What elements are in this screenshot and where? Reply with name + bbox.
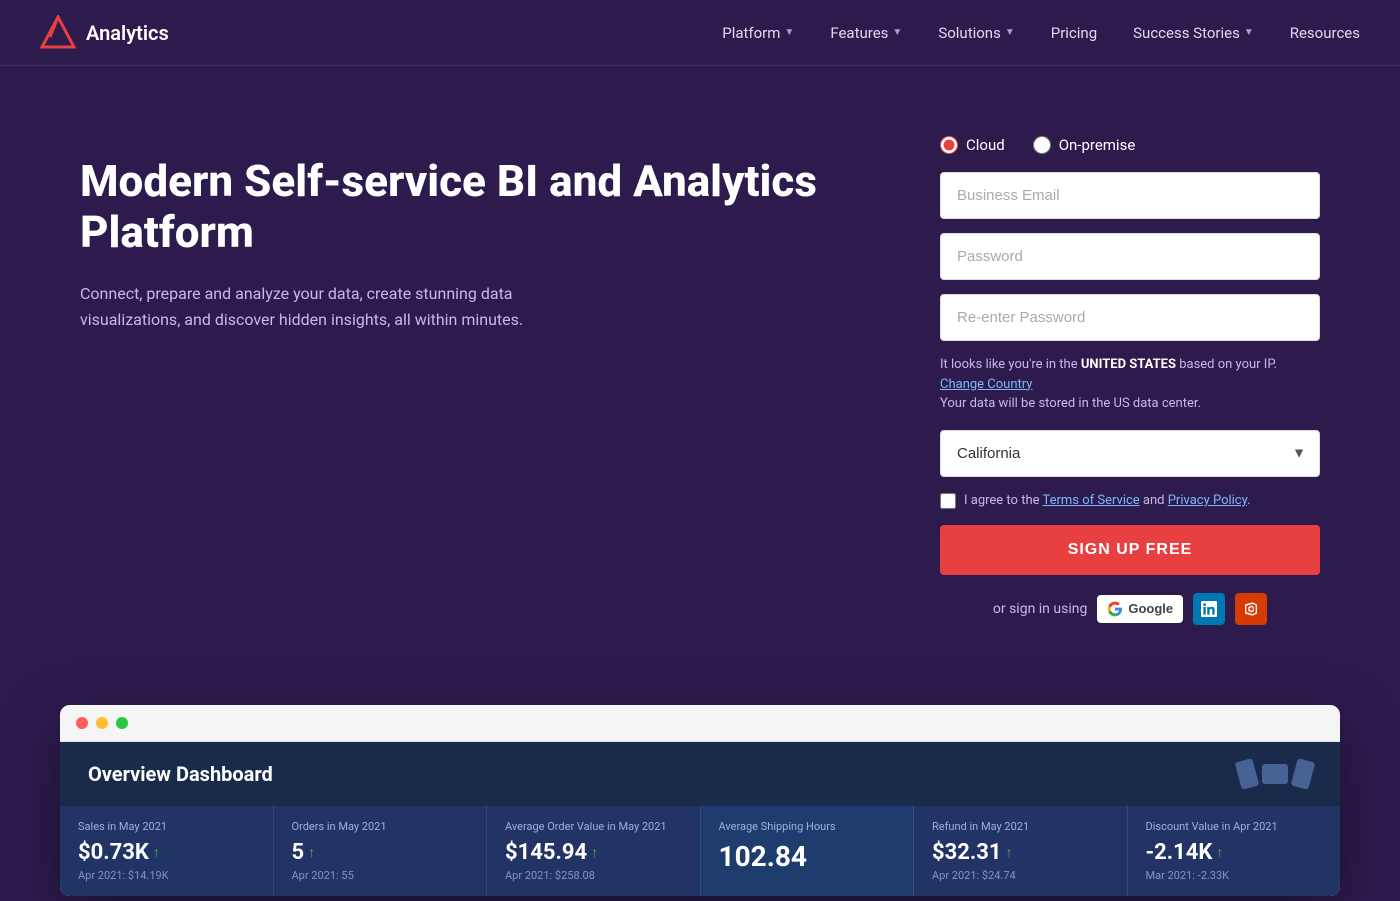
metric-sub-refund: Apr 2021: $24.74 <box>932 869 1109 882</box>
chevron-down-icon: ▼ <box>784 27 794 38</box>
privacy-link[interactable]: Privacy Policy <box>1168 493 1247 508</box>
change-country-link[interactable]: Change Country <box>940 377 1032 392</box>
google-icon <box>1107 601 1123 617</box>
metric-sub-sales: Apr 2021: $14.19K <box>78 869 255 882</box>
metric-card-sales: Sales in May 2021 $0.73K ↑ Apr 2021: $14… <box>60 806 274 896</box>
dashboard-icon-group <box>1238 760 1312 788</box>
password-field[interactable] <box>940 233 1320 280</box>
terms-checkbox[interactable] <box>940 493 956 509</box>
hero-left: Modern Self-service BI and Analytics Pla… <box>80 136 880 625</box>
nav-item-platform[interactable]: Platform ▼ <box>722 24 794 42</box>
onpremise-radio[interactable] <box>1033 136 1051 154</box>
arrow-up-icon: ↑ <box>591 844 598 861</box>
metric-card-orders: Orders in May 2021 5 ↑ Apr 2021: 55 <box>274 806 488 896</box>
linkedin-signin-button[interactable] <box>1193 593 1225 625</box>
window-expand-dot <box>116 717 128 729</box>
metric-label-shipping: Average Shipping Hours <box>719 820 896 834</box>
metric-card-discount: Discount Value in Apr 2021 -2.14K ↑ Mar … <box>1128 806 1341 896</box>
dashboard-title: Overview Dashboard <box>88 762 273 786</box>
hero-heading: Modern Self-service BI and Analytics Pla… <box>80 156 880 257</box>
window-chrome <box>60 705 1340 742</box>
logo-link[interactable]: Analytics <box>40 15 169 51</box>
nav-links: Platform ▼ Features ▼ Solutions ▼ Pricin… <box>722 24 1360 42</box>
signup-form: Cloud On-premise It looks like you're in… <box>940 136 1320 625</box>
metric-sub-avg-order: Apr 2021: $258.08 <box>505 869 682 882</box>
reenter-password-field[interactable] <box>940 294 1320 341</box>
arrow-up-icon: ↑ <box>308 844 315 861</box>
metric-card-shipping: Average Shipping Hours 102.84 <box>701 806 915 896</box>
dashboard-icon-2 <box>1262 764 1288 784</box>
arrow-up-icon: ↑ <box>153 844 160 861</box>
dashboard-icon-3 <box>1291 758 1316 790</box>
deployment-radio-group: Cloud On-premise <box>940 136 1320 154</box>
office-icon <box>1243 601 1259 617</box>
hero-subtext: Connect, prepare and analyze your data, … <box>80 281 560 332</box>
dashboard-preview: Overview Dashboard Sales in May 2021 $0.… <box>60 705 1340 896</box>
metric-card-refund: Refund in May 2021 $32.31 ↑ Apr 2021: $2… <box>914 806 1128 896</box>
logo-text: Analytics <box>86 21 169 45</box>
dashboard-header: Overview Dashboard <box>60 742 1340 806</box>
cloud-radio-option[interactable]: Cloud <box>940 136 1005 154</box>
nav-item-success-stories[interactable]: Success Stories ▼ <box>1133 24 1254 42</box>
hero-section: Modern Self-service BI and Analytics Pla… <box>0 66 1400 685</box>
window-minimize-dot <box>96 717 108 729</box>
metrics-row: Sales in May 2021 $0.73K ↑ Apr 2021: $14… <box>60 806 1340 896</box>
nav-item-resources[interactable]: Resources <box>1290 24 1360 42</box>
nav-item-pricing[interactable]: Pricing <box>1051 24 1097 42</box>
state-select-wrapper: California New York Texas Florida Washin… <box>940 430 1320 477</box>
cloud-radio[interactable] <box>940 136 958 154</box>
google-signin-button[interactable]: Google <box>1097 595 1183 623</box>
terms-link[interactable]: Terms of Service <box>1042 493 1139 508</box>
onpremise-radio-option[interactable]: On-premise <box>1033 136 1136 154</box>
metric-value-discount: -2.14K ↑ <box>1146 840 1323 865</box>
metric-sub-orders: Apr 2021: 55 <box>292 869 469 882</box>
metric-label-discount: Discount Value in Apr 2021 <box>1146 820 1323 834</box>
metric-label-refund: Refund in May 2021 <box>932 820 1109 834</box>
social-signin-row: or sign in using Google <box>940 593 1320 625</box>
hero-right: Cloud On-premise It looks like you're in… <box>940 136 1320 625</box>
metric-value-sales: $0.73K ↑ <box>78 840 255 865</box>
metric-value-avg-order: $145.94 ↑ <box>505 840 682 865</box>
metric-label-orders: Orders in May 2021 <box>292 820 469 834</box>
office-signin-button[interactable] <box>1235 593 1267 625</box>
nav-item-features[interactable]: Features ▼ <box>830 24 902 42</box>
linkedin-icon <box>1201 601 1217 617</box>
nav-item-solutions[interactable]: Solutions ▼ <box>938 24 1014 42</box>
chevron-down-icon: ▼ <box>892 27 902 38</box>
dashboard-icon-1 <box>1235 758 1260 790</box>
metric-label-avg-order: Average Order Value in May 2021 <box>505 820 682 834</box>
window-close-dot <box>76 717 88 729</box>
metric-card-avg-order: Average Order Value in May 2021 $145.94 … <box>487 806 701 896</box>
chevron-down-icon: ▼ <box>1005 27 1015 38</box>
metric-label-sales: Sales in May 2021 <box>78 820 255 834</box>
chevron-down-icon: ▼ <box>1244 27 1254 38</box>
location-note: It looks like you're in the UNITED STATE… <box>940 355 1320 414</box>
signup-button[interactable]: SIGN UP FREE <box>940 525 1320 575</box>
email-field[interactable] <box>940 172 1320 219</box>
metric-value-orders: 5 ↑ <box>292 840 469 865</box>
navbar: Analytics Platform ▼ Features ▼ Solution… <box>0 0 1400 66</box>
arrow-up-icon: ↑ <box>1006 844 1013 861</box>
logo-icon <box>40 15 76 51</box>
state-select[interactable]: California New York Texas Florida Washin… <box>940 430 1320 477</box>
arrow-up-icon: ↑ <box>1216 844 1223 861</box>
terms-checkbox-row: I agree to the Terms of Service and Priv… <box>940 493 1320 509</box>
metric-value-refund: $32.31 ↑ <box>932 840 1109 865</box>
metric-sub-discount: Mar 2021: -2.33K <box>1146 869 1323 882</box>
metric-value-shipping: 102.84 <box>719 840 896 873</box>
